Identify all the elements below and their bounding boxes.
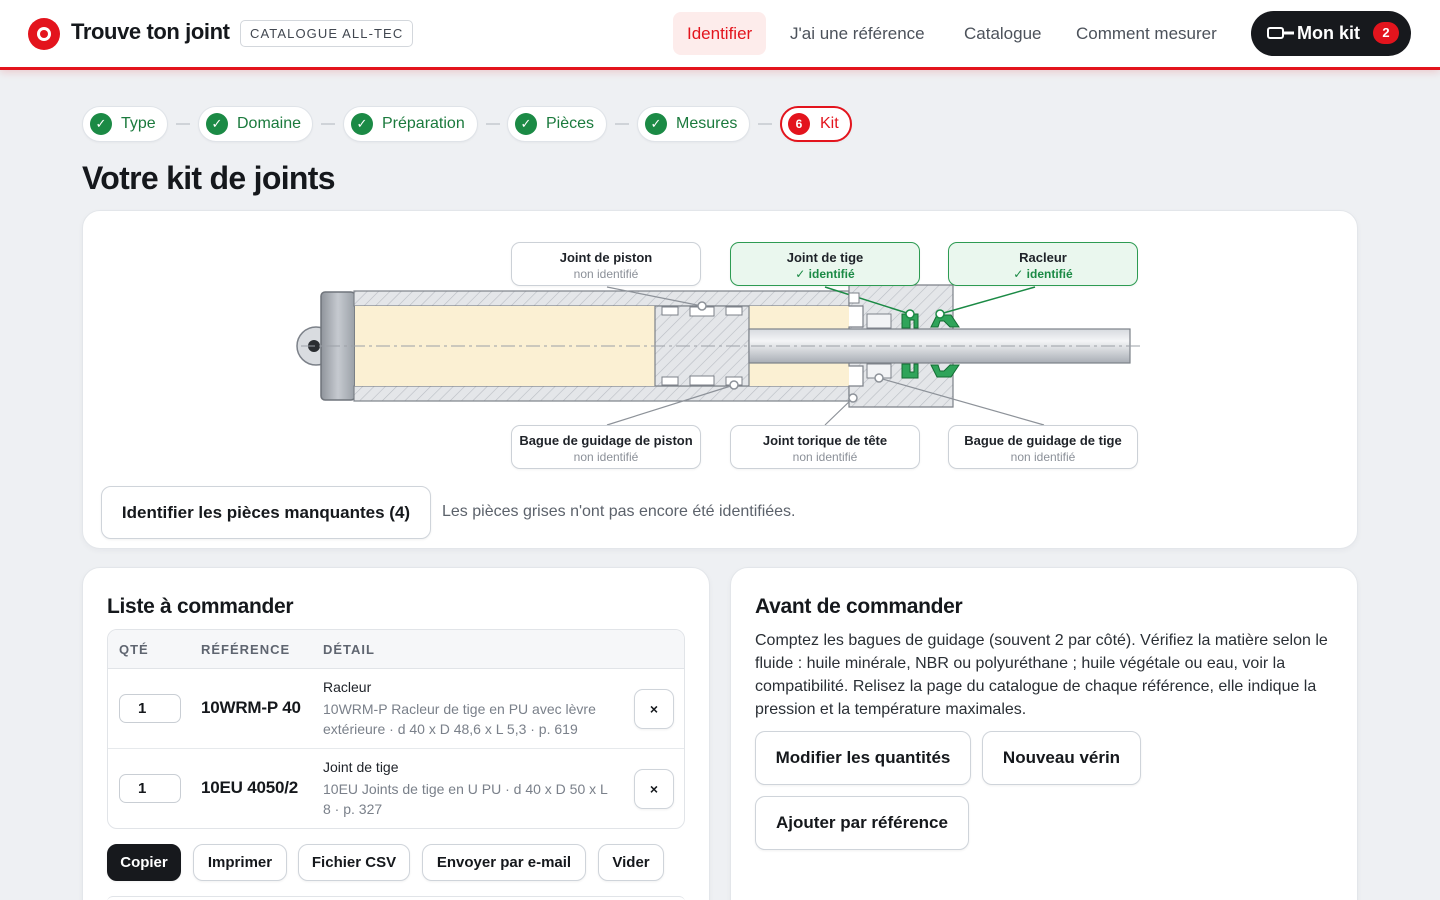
step-separator	[758, 123, 772, 125]
part-type: Joint de tige	[323, 759, 399, 775]
check-icon: ✓	[645, 113, 667, 135]
remove-item-button[interactable]: ×	[634, 769, 674, 809]
diagram-card: Joint de piston non identifié Joint de t…	[82, 210, 1358, 549]
step-number-badge: 6	[788, 113, 810, 135]
part-detail: 10EU Joints de tige en U PU · d 40 x D 5…	[323, 781, 608, 817]
top-navigation-bar: Trouve ton joint CATALOGUE ALL-TEC Ident…	[0, 0, 1440, 70]
edit-quantities-button[interactable]: Modifier les quantités	[755, 731, 971, 785]
advice-text: Comptez les bagues de guidage (souvent 2…	[755, 632, 1328, 718]
step-label: Type	[121, 115, 156, 132]
table-row: 1 10WRM-P 40 Racleur 10WRM-P Racleur de …	[108, 669, 684, 749]
label-bague-guidage-tige[interactable]: Bague de guidage de tige non identifié	[948, 425, 1138, 469]
nav-comment-mesurer[interactable]: Comment mesurer	[1062, 12, 1231, 55]
part-detail: 10WRM-P Racleur de tige en PU avec lèvre…	[323, 701, 596, 737]
part-type: Racleur	[323, 679, 372, 695]
part-name: Joint torique de tête	[762, 433, 888, 448]
order-table: QTÉ RÉFÉRENCE DÉTAIL 1 10WRM-P 40 Racleu…	[107, 629, 685, 829]
brand-logo-icon[interactable]	[28, 18, 60, 50]
step-label: Pièces	[546, 115, 595, 132]
column-reference: RÉFÉRENCE	[201, 642, 291, 657]
catalogue-tag: CATALOGUE ALL-TEC	[240, 20, 414, 47]
send-email-button[interactable]: Envoyer par e-mail	[422, 844, 586, 881]
part-name: Bague de guidage de piston	[519, 433, 693, 448]
step-separator	[615, 123, 629, 125]
check-icon: ✓	[351, 113, 373, 135]
quantity-input[interactable]: 1	[119, 694, 181, 723]
table-row: 1 10EU 4050/2 Joint de tige 10EU Joints …	[108, 749, 684, 828]
brand-name[interactable]: Trouve ton joint	[71, 19, 230, 45]
barrel-top-wall	[353, 290, 850, 307]
cylinder-icon	[1267, 27, 1294, 39]
reference-code: 10WRM-P 40	[201, 698, 301, 717]
step-preparation[interactable]: ✓ Préparation	[343, 106, 478, 142]
step-pieces[interactable]: ✓ Pièces	[507, 106, 607, 142]
label-joint-de-tige[interactable]: Joint de tige ✓ identifié	[730, 242, 920, 286]
step-mesures[interactable]: ✓ Mesures	[637, 106, 750, 142]
step-domaine[interactable]: ✓ Domaine	[198, 106, 313, 142]
step-label: Kit	[820, 115, 839, 132]
page-title: Votre kit de joints	[82, 160, 336, 196]
check-icon: ✓	[206, 113, 228, 135]
next-section-edge	[107, 896, 685, 900]
advice-title: Avant de commander	[755, 595, 963, 618]
order-list-title: Liste à commander	[107, 595, 294, 618]
label-joint-de-piston[interactable]: Joint de piston non identifié	[511, 242, 701, 286]
csv-file-button[interactable]: Fichier CSV	[298, 844, 410, 881]
quantity-input[interactable]: 1	[119, 774, 181, 803]
rod-seal-bottom	[901, 363, 919, 379]
step-label: Préparation	[382, 115, 465, 132]
label-racleur[interactable]: Racleur ✓ identifié	[948, 242, 1138, 286]
check-icon: ✓	[515, 113, 537, 135]
label-joint-torique-tete[interactable]: Joint torique de tête non identifié	[730, 425, 920, 469]
step-separator	[176, 123, 190, 125]
part-name: Joint de tige	[786, 250, 864, 265]
step-kit-current[interactable]: 6 Kit	[780, 106, 852, 142]
step-separator	[486, 123, 500, 125]
identify-missing-parts-button[interactable]: Identifier les pièces manquantes (4)	[101, 486, 431, 539]
clear-button[interactable]: Vider	[598, 844, 664, 881]
nav-catalogue[interactable]: Catalogue	[950, 12, 1056, 55]
column-qty: QTÉ	[119, 642, 149, 657]
check-icon: ✓	[90, 113, 112, 135]
part-state: non identifié	[573, 450, 639, 464]
table-header: QTÉ RÉFÉRENCE DÉTAIL	[108, 630, 684, 669]
remove-item-button[interactable]: ×	[634, 689, 674, 729]
step-label: Domaine	[237, 115, 302, 132]
step-type[interactable]: ✓ Type	[82, 106, 168, 142]
print-button[interactable]: Imprimer	[193, 844, 287, 881]
part-state: non identifié	[573, 267, 639, 281]
copy-button[interactable]: Copier	[107, 844, 181, 881]
step-separator	[321, 123, 335, 125]
barrel-bottom-wall	[353, 385, 850, 402]
column-detail: DÉTAIL	[323, 642, 375, 657]
new-cylinder-button[interactable]: Nouveau vérin	[982, 731, 1141, 785]
reference-code: 10EU 4050/2	[201, 778, 299, 797]
part-state: ✓ identifié	[795, 267, 855, 281]
part-state: non identifié	[792, 450, 858, 464]
nav-identifier[interactable]: Identifier	[673, 12, 767, 55]
nav-reference[interactable]: J'ai une référence	[776, 12, 939, 55]
part-name: Racleur	[1019, 250, 1067, 265]
part-state: ✓ identifié	[1013, 267, 1073, 281]
part-state: non identifié	[1010, 450, 1076, 464]
step-label: Mesures	[676, 115, 738, 132]
diagram-hint: Les pièces grises n'ont pas encore été i…	[442, 503, 796, 520]
label-bague-guidage-piston[interactable]: Bague de guidage de piston non identifié	[511, 425, 701, 469]
part-name: Bague de guidage de tige	[964, 433, 1122, 448]
my-kit-label: Mon kit	[1297, 23, 1360, 43]
part-name: Joint de piston	[559, 250, 653, 265]
kit-count-badge: 2	[1373, 22, 1399, 44]
add-by-reference-button[interactable]: Ajouter par référence	[755, 796, 969, 850]
